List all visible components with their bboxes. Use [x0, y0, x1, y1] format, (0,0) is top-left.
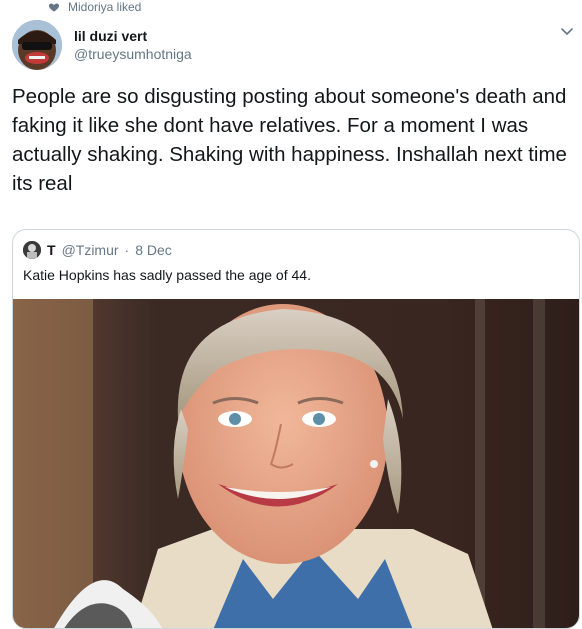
quoted-tweet-header: T @Tzimur · 8 Dec — [23, 240, 172, 260]
author-handle[interactable]: @trueysumhotniga — [74, 46, 192, 62]
author-avatar[interactable] — [12, 20, 62, 70]
separator-dot: · — [124, 242, 130, 258]
tweet-text: People are so disgusting posting about s… — [12, 85, 567, 195]
social-context-text[interactable]: Midoriya liked — [68, 0, 141, 14]
quoted-author-handle[interactable]: @Tzimur — [62, 242, 119, 258]
author-name[interactable]: lil duzi vert — [74, 28, 147, 44]
heart-icon — [48, 3, 60, 12]
quoted-tweet-text: Katie Hopkins has sadly passed the age o… — [23, 267, 311, 283]
quoted-author-name[interactable]: T — [47, 242, 56, 258]
social-context: Midoriya liked — [48, 0, 141, 14]
quoted-author-avatar[interactable] — [23, 241, 41, 259]
tweet-menu-button[interactable] — [560, 24, 574, 38]
quoted-tweet[interactable]: T @Tzimur · 8 Dec Katie Hopkins has sadl… — [12, 229, 580, 629]
chevron-down-icon — [561, 28, 573, 35]
quoted-tweet-photo[interactable] — [13, 299, 579, 628]
quoted-tweet-date[interactable]: 8 Dec — [135, 242, 172, 258]
